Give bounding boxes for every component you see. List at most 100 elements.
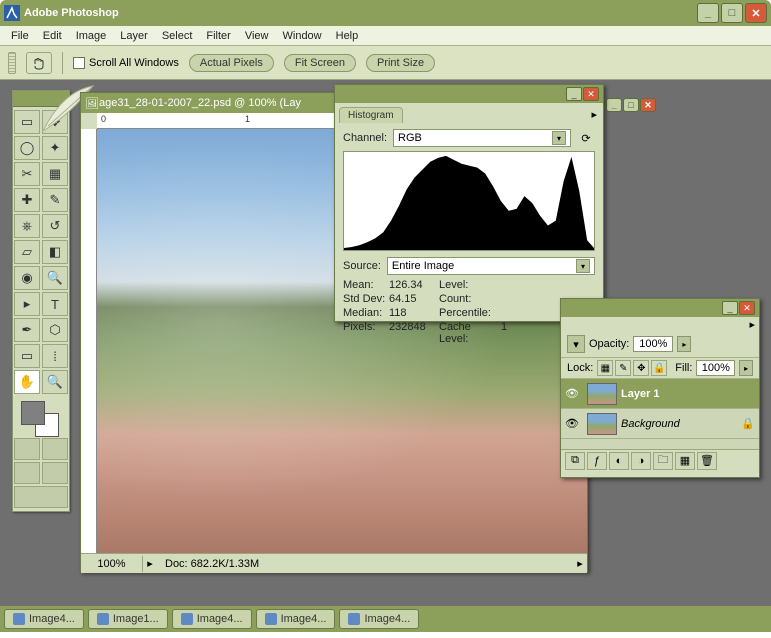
menu-layer[interactable]: Layer xyxy=(113,28,155,44)
menu-filter[interactable]: Filter xyxy=(199,28,237,44)
wand-tool[interactable]: ✦ xyxy=(42,136,68,160)
minimize-button[interactable]: _ xyxy=(697,3,719,23)
channel-value: RGB xyxy=(398,132,422,144)
panel-close[interactable]: ✕ xyxy=(583,87,599,101)
type-tool[interactable]: T xyxy=(42,292,68,316)
delete-layer-icon[interactable]: 🗑 xyxy=(697,452,717,470)
layer-thumbnail[interactable] xyxy=(587,413,617,435)
palette-grip[interactable] xyxy=(13,91,69,107)
task-button[interactable]: Image4... xyxy=(172,609,252,629)
layer-name[interactable]: Background xyxy=(621,418,741,430)
menu-help[interactable]: Help xyxy=(329,28,366,44)
history-brush-tool[interactable]: ↺ xyxy=(42,214,68,238)
window-title: Adobe Photoshop xyxy=(24,7,697,19)
histogram-tab[interactable]: Histogram xyxy=(339,107,403,123)
print-size-button[interactable]: Print Size xyxy=(366,54,435,72)
blur-tool[interactable]: ◉ xyxy=(14,266,40,290)
foreground-swatch[interactable] xyxy=(21,401,45,425)
hand-tool-icon[interactable] xyxy=(26,52,52,74)
adjustment-layer-icon[interactable]: ◑ xyxy=(631,452,651,470)
shape-tool[interactable]: ⬡ xyxy=(42,318,68,342)
status-menu-arrow[interactable]: ▸ xyxy=(143,557,157,570)
lock-paint-icon[interactable]: ✎ xyxy=(615,360,631,376)
visibility-icon[interactable]: 👁 xyxy=(561,417,583,430)
task-button[interactable]: Image4... xyxy=(256,609,336,629)
path-tool[interactable]: ▸ xyxy=(14,292,40,316)
lock-position-icon[interactable]: ✥ xyxy=(633,360,649,376)
color-swatches[interactable] xyxy=(13,397,69,435)
layer-row[interactable]: 👁 Background 🔒 xyxy=(561,409,759,439)
ruler-vertical[interactable] xyxy=(81,129,97,553)
scroll-all-windows-checkbox[interactable]: Scroll All Windows xyxy=(73,57,179,69)
visibility-icon[interactable]: 👁 xyxy=(561,387,583,400)
lock-all-icon[interactable]: 🔒 xyxy=(651,360,667,376)
blend-mode-select[interactable]: ▾ xyxy=(567,335,585,353)
panel-menu-icon[interactable]: ▸ xyxy=(749,318,755,331)
opacity-input[interactable]: 100% xyxy=(633,336,673,352)
link-layers-icon[interactable]: ⧉ xyxy=(565,452,585,470)
eyedropper-tool[interactable]: ⁞ xyxy=(42,344,68,368)
screenmode-1[interactable] xyxy=(14,462,40,484)
options-grip[interactable] xyxy=(8,52,16,74)
menu-edit[interactable]: Edit xyxy=(36,28,69,44)
panel-menu-icon[interactable]: ▸ xyxy=(585,106,603,123)
status-scroll-right[interactable]: ▸ xyxy=(573,557,587,570)
checkbox-icon xyxy=(73,57,85,69)
layer-name[interactable]: Layer 1 xyxy=(621,388,759,400)
quickmask-on[interactable] xyxy=(42,438,68,460)
slice-tool[interactable]: ▦ xyxy=(42,162,68,186)
lasso-tool[interactable]: ◯ xyxy=(14,136,40,160)
task-button[interactable]: Image4... xyxy=(339,609,419,629)
dodge-tool[interactable]: 🔍 xyxy=(42,266,68,290)
menu-file[interactable]: File xyxy=(4,28,36,44)
actual-pixels-button[interactable]: Actual Pixels xyxy=(189,54,274,72)
notes-tool[interactable]: ▭ xyxy=(14,344,40,368)
layer-style-icon[interactable]: ƒ xyxy=(587,452,607,470)
opacity-stepper[interactable]: ▸ xyxy=(677,336,691,352)
source-select[interactable]: Entire Image ▾ xyxy=(387,257,595,275)
fill-input[interactable]: 100% xyxy=(696,360,735,376)
channel-select[interactable]: RGB ▾ xyxy=(393,129,571,147)
menu-window[interactable]: Window xyxy=(276,28,329,44)
menu-view[interactable]: View xyxy=(238,28,276,44)
quickmask-off[interactable] xyxy=(14,438,40,460)
doc2-minimize[interactable]: _ xyxy=(606,98,622,112)
menu-select[interactable]: Select xyxy=(155,28,200,44)
hand-tool[interactable]: ✋ xyxy=(14,370,40,394)
eraser-tool[interactable]: ▱ xyxy=(14,240,40,264)
fill-stepper[interactable]: ▸ xyxy=(739,360,753,376)
pen-tool[interactable]: ✒ xyxy=(14,318,40,342)
task-button[interactable]: Image1... xyxy=(88,609,168,629)
layer-mask-icon[interactable]: ◐ xyxy=(609,452,629,470)
gradient-tool[interactable]: ◧ xyxy=(42,240,68,264)
zoom-field[interactable]: 100% xyxy=(81,556,143,572)
heal-tool[interactable]: ✚ xyxy=(14,188,40,212)
maximize-button[interactable]: □ xyxy=(721,3,743,23)
screenmode-2[interactable] xyxy=(42,462,68,484)
layers-titlebar[interactable]: _ ✕ xyxy=(561,299,759,317)
lock-label: Lock: xyxy=(567,362,593,374)
layer-thumbnail[interactable] xyxy=(587,383,617,405)
layers-close[interactable]: ✕ xyxy=(739,301,755,315)
zoom-tool[interactable]: 🔍 xyxy=(42,370,68,394)
marquee-tool[interactable]: ▭ xyxy=(14,110,40,134)
task-button[interactable]: Image4... xyxy=(4,609,84,629)
fit-screen-button[interactable]: Fit Screen xyxy=(284,54,356,72)
doc2-maximize[interactable]: □ xyxy=(623,98,639,112)
stamp-tool[interactable]: ⎈ xyxy=(14,214,40,238)
layer-row[interactable]: 👁 Layer 1 xyxy=(561,379,759,409)
menu-image[interactable]: Image xyxy=(69,28,114,44)
panel-titlebar[interactable]: _ ✕ xyxy=(335,85,603,103)
new-group-icon[interactable]: 🗀 xyxy=(653,452,673,470)
close-button[interactable]: ✕ xyxy=(745,3,767,23)
layers-minimize[interactable]: _ xyxy=(722,301,738,315)
crop-tool[interactable]: ✂ xyxy=(14,162,40,186)
doc2-close[interactable]: ✕ xyxy=(640,98,656,112)
new-layer-icon[interactable]: ▦ xyxy=(675,452,695,470)
jump-to-imageready[interactable] xyxy=(14,486,68,508)
panel-minimize[interactable]: _ xyxy=(566,87,582,101)
refresh-icon[interactable]: ⟳ xyxy=(577,132,595,145)
move-tool[interactable]: ✥ xyxy=(42,110,68,134)
lock-transparency-icon[interactable]: ▦ xyxy=(597,360,613,376)
brush-tool[interactable]: ✎ xyxy=(42,188,68,212)
